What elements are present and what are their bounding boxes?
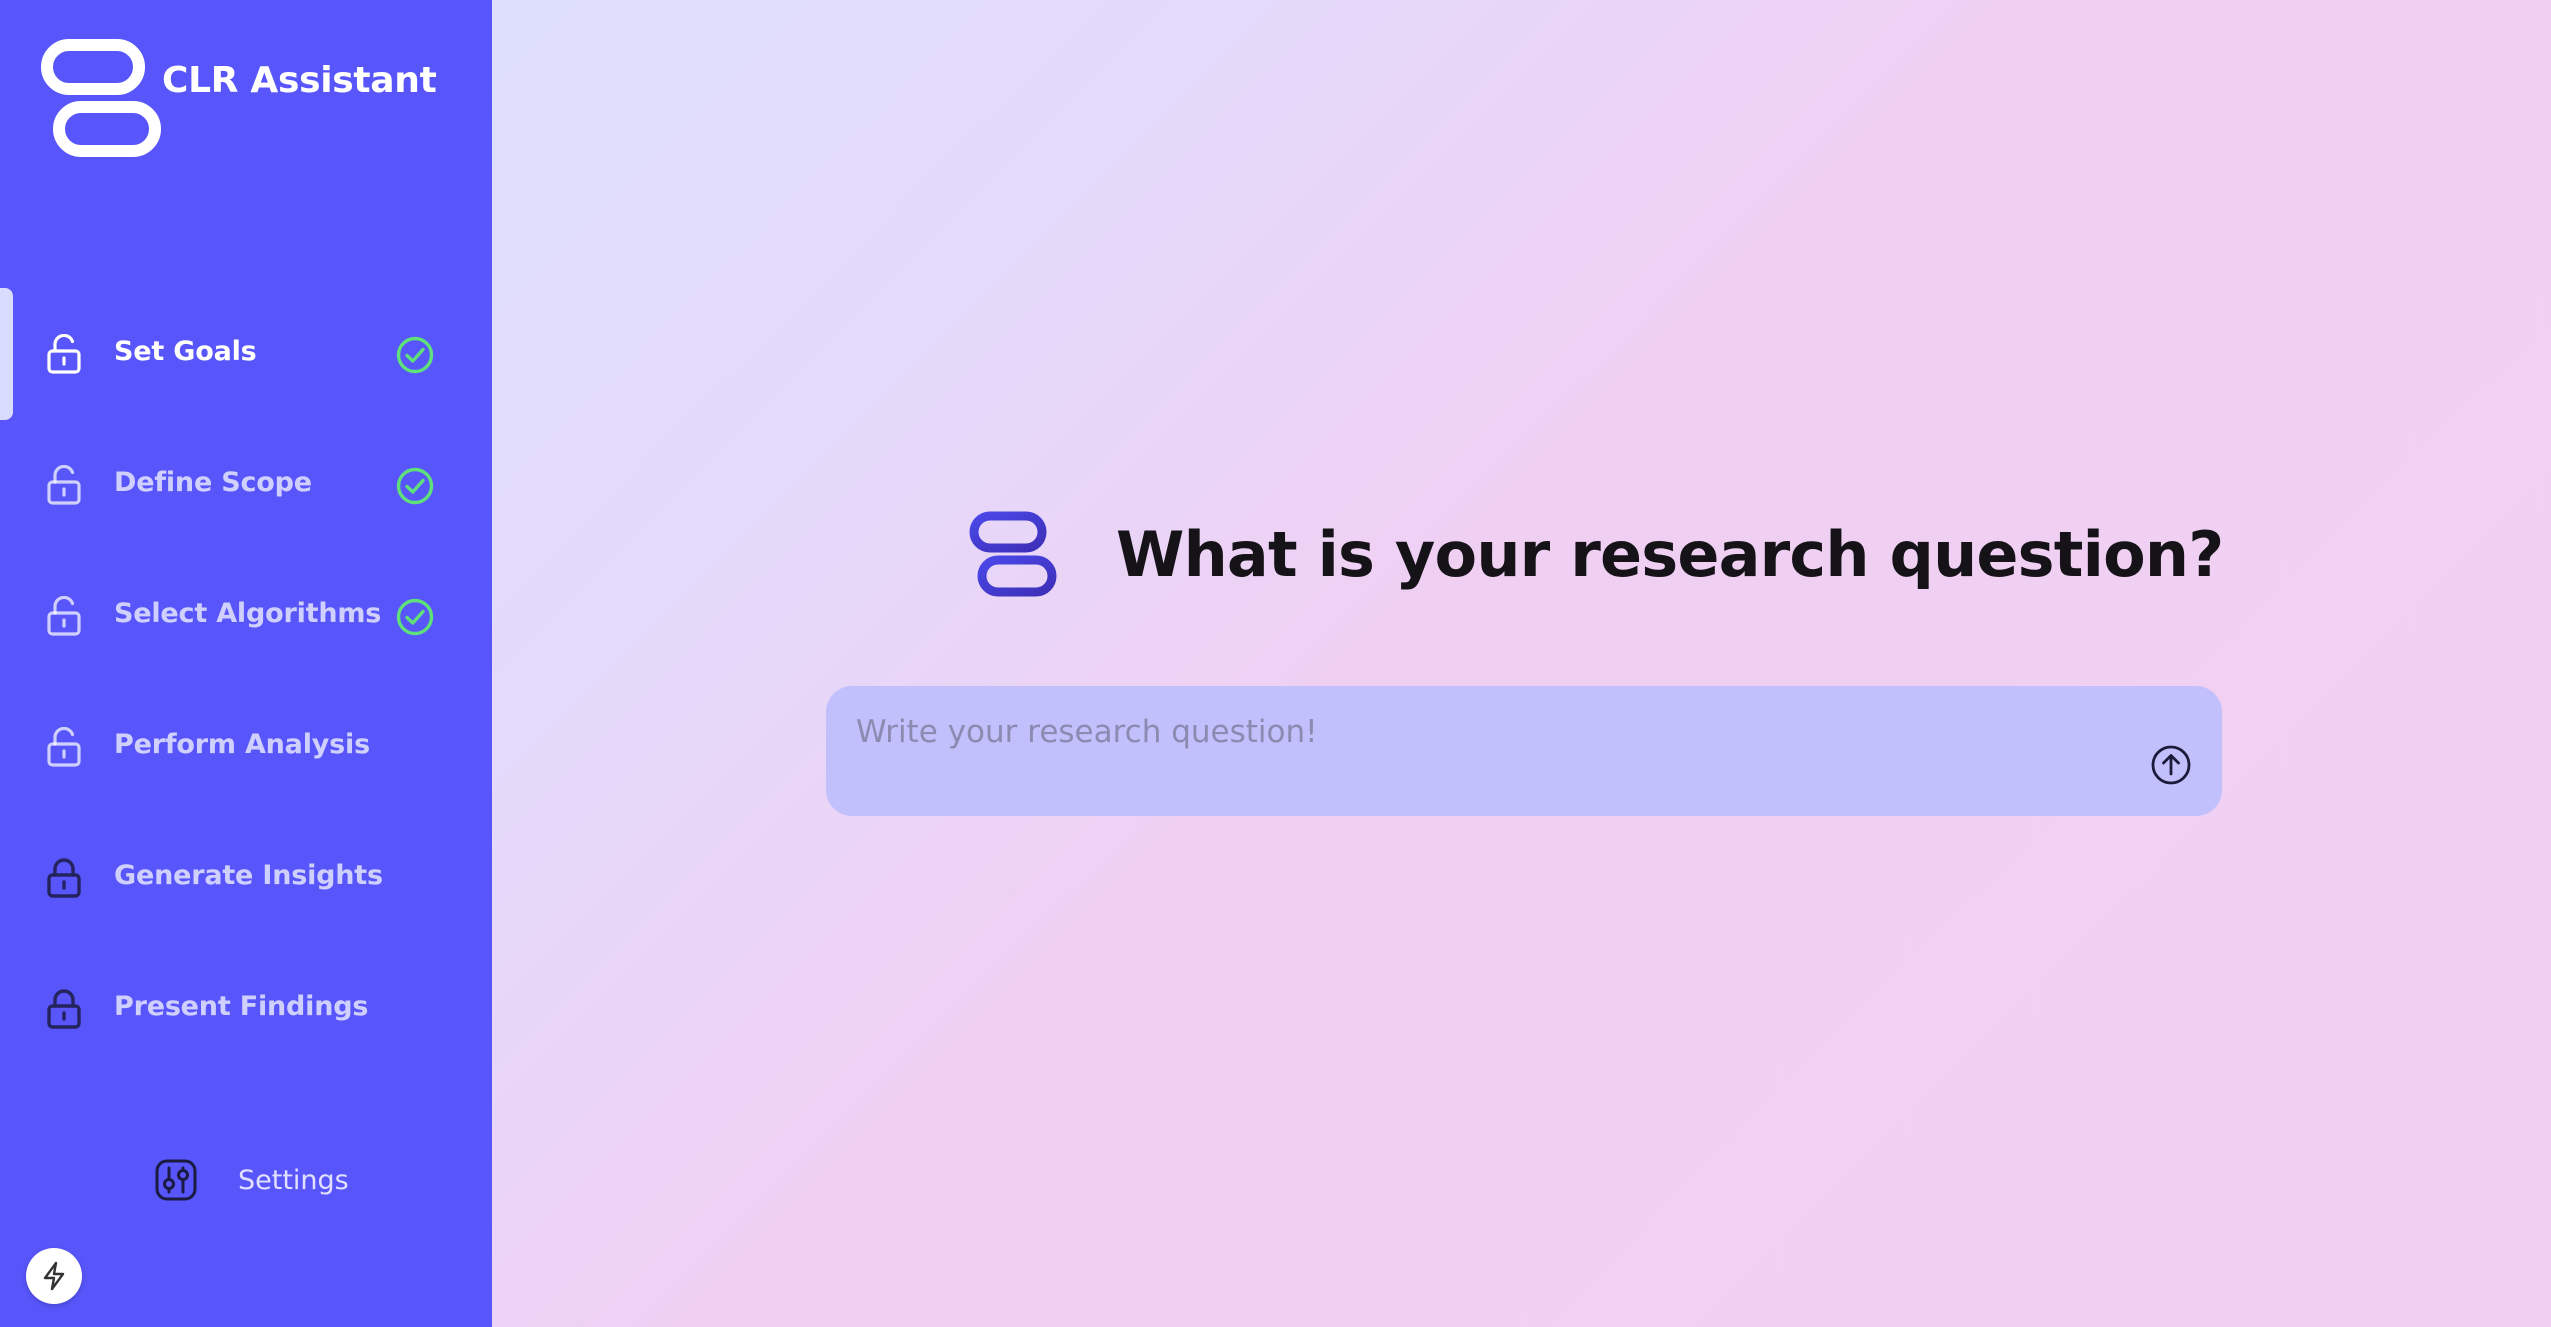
lock-icon: [47, 858, 81, 898]
lock-icon: [47, 989, 81, 1029]
sidebar-item-label: Set Goals: [114, 336, 257, 367]
sidebar-item-label: Present Findings: [114, 991, 369, 1022]
sidebar-item-set-goals[interactable]: Set Goals: [0, 302, 492, 402]
check-circle-icon: [396, 467, 434, 505]
settings-label: Settings: [238, 1164, 349, 1196]
check-circle-icon: [396, 336, 434, 374]
sidebar: CLR Assistant Set Goals Define Scope Sel…: [0, 0, 492, 1327]
lock-open-icon: [47, 334, 81, 374]
lock-open-icon: [47, 465, 81, 505]
sidebar-item-label: Perform Analysis: [114, 729, 370, 760]
research-question-box: [826, 686, 2222, 816]
arrow-up-circle-icon[interactable]: [2150, 744, 2192, 786]
sidebar-item-label: Generate Insights: [114, 860, 383, 891]
brand: [40, 38, 162, 160]
sidebar-item-define-scope[interactable]: Define Scope: [0, 433, 492, 533]
sidebar-item-label: Select Algorithms: [114, 598, 382, 629]
check-circle-icon: [396, 598, 434, 636]
app-title: CLR Assistant: [162, 60, 437, 101]
bolt-icon: [43, 1261, 65, 1291]
main-panel: What is your research question?: [492, 0, 2551, 1327]
research-question-input[interactable]: [854, 706, 2098, 758]
sidebar-item-select-algorithms[interactable]: Select Algorithms: [0, 564, 492, 664]
app-logo-icon: [969, 511, 1057, 597]
sliders-icon: [155, 1159, 197, 1201]
sidebar-item-generate-insights[interactable]: Generate Insights: [0, 826, 492, 926]
lock-open-icon: [47, 596, 81, 636]
sidebar-item-perform-analysis[interactable]: Perform Analysis: [0, 695, 492, 795]
sidebar-item-label: Define Scope: [114, 467, 312, 498]
quick-action-button[interactable]: [26, 1248, 82, 1304]
page-title: What is your research question?: [1116, 518, 2224, 591]
sidebar-item-present-findings[interactable]: Present Findings: [0, 957, 492, 1057]
app-logo-icon: [41, 39, 161, 157]
lock-open-icon: [47, 727, 81, 767]
settings-button[interactable]: Settings: [154, 1158, 349, 1202]
